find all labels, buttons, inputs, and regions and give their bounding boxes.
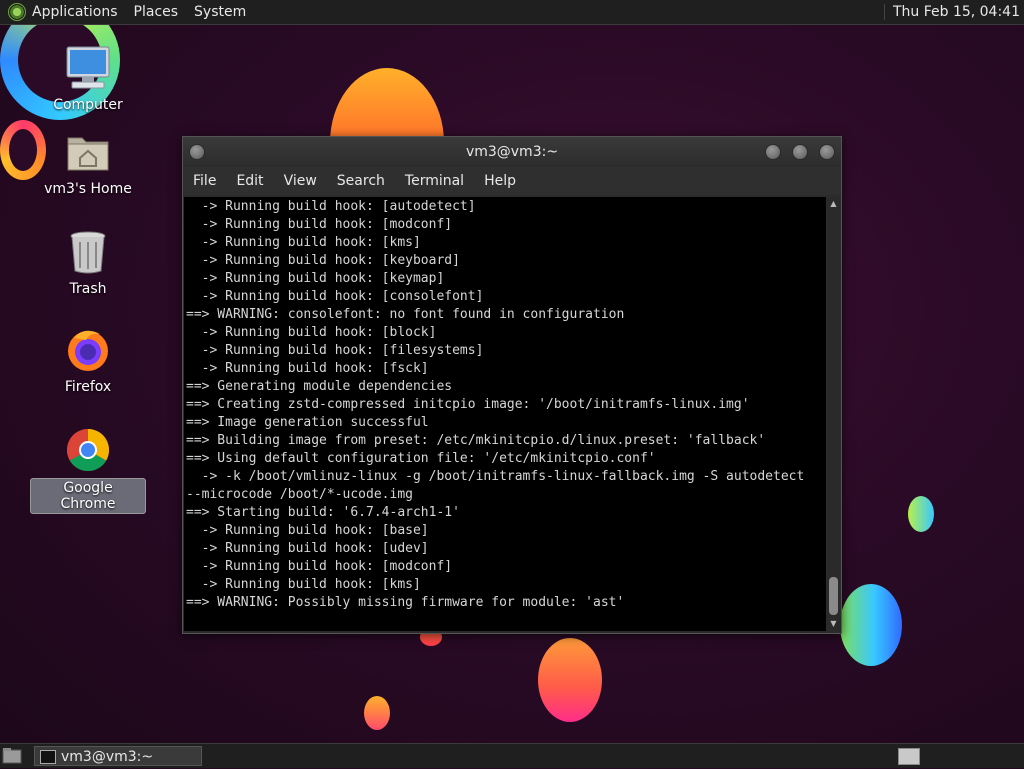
taskbar-item-terminal[interactable]: vm3@vm3:~ [34,746,202,766]
terminal-line: ==> Starting build: '6.7.4-arch1-1' [186,505,460,520]
terminal-menubar: File Edit View Search Terminal Help [183,167,841,195]
clock[interactable]: Thu Feb 15, 04:41 [883,4,1020,20]
terminal-window[interactable]: vm3@vm3:~ File Edit View Search Terminal… [182,136,842,634]
wallpaper-blob [908,496,934,532]
terminal-line: ==> Creating zstd-compressed initcpio im… [186,397,750,412]
distro-logo-icon[interactable] [8,3,26,21]
scrollbar-thumb[interactable] [829,577,838,615]
terminal-line: -> Running build hook: [kms] [186,577,421,592]
terminal-line: -> -k /boot/vmlinuz-linux -g /boot/initr… [186,469,805,484]
terminal-line: -> Running build hook: [keymap] [186,271,445,286]
minimize-button[interactable] [765,144,781,160]
scroll-down-arrow-icon[interactable]: ▼ [827,617,840,631]
scroll-up-arrow-icon[interactable]: ▲ [827,197,840,211]
menu-file[interactable]: File [183,173,226,189]
terminal-line: ==> WARNING: Possibly missing firmware f… [186,595,625,610]
workspace-switcher[interactable] [898,748,920,765]
desktop-icon-firefox[interactable]: Firefox [38,326,138,396]
maximize-button[interactable] [792,144,808,160]
home-folder-icon [64,128,112,176]
terminal-scrollbar[interactable]: ▲ ▼ [827,197,840,631]
terminal-line: -> Running build hook: [modconf] [186,217,453,232]
menu-search[interactable]: Search [327,173,395,189]
terminal-line: -> Running build hook: [consolefont] [186,289,484,304]
menu-places[interactable]: Places [134,4,179,20]
window-titlebar[interactable]: vm3@vm3:~ [183,137,841,167]
terminal-line: -> Running build hook: [block] [186,325,437,340]
desktop-icon-google-chrome[interactable]: Google Chrome [30,426,146,514]
bottom-panel: vm3@vm3:~ [0,743,1024,768]
window-title: vm3@vm3:~ [465,144,559,160]
computer-icon [64,44,112,92]
taskbar-item-label: vm3@vm3:~ [61,749,154,765]
show-desktop-icon[interactable] [2,747,22,765]
wallpaper-blob [840,584,902,666]
terminal-line: ==> WARNING: consolefont: no font found … [186,307,625,322]
trash-icon [64,228,112,276]
close-button[interactable] [819,144,835,160]
menu-system[interactable]: System [194,4,246,20]
terminal-line: -> Running build hook: [modconf] [186,559,453,574]
terminal-line: ==> Building image from preset: /etc/mki… [186,433,766,448]
terminal-line: ==> Generating module dependencies [186,379,453,394]
terminal-line: -> Running build hook: [kms] [186,235,421,250]
desktop-icon-trash[interactable]: Trash [38,228,138,298]
terminal-line: -> Running build hook: [udev] [186,541,429,556]
terminal-output[interactable]: -> Running build hook: [autodetect] -> R… [184,197,826,612]
desktop-icon-label: Firefox [64,379,112,395]
menu-terminal[interactable]: Terminal [395,173,474,189]
terminal-line: -> Running build hook: [keyboard] [186,253,460,268]
wallpaper-blob [538,638,602,722]
menu-view[interactable]: View [274,173,327,189]
terminal-line: --microcode /boot/*-ucode.img [186,487,413,502]
desktop-icon-label: vm3's Home [44,181,132,197]
desktop-icon-home[interactable]: vm3's Home [38,128,138,198]
terminal-line: -> Running build hook: [fsck] [186,361,429,376]
firefox-icon [64,326,112,374]
terminal-line: -> Running build hook: [filesystems] [186,343,484,358]
terminal-screen[interactable]: -> Running build hook: [autodetect] -> R… [184,197,826,631]
menu-edit[interactable]: Edit [226,173,273,189]
terminal-icon [40,750,56,764]
desktop-icon-computer[interactable]: Computer [38,44,138,114]
desktop-icon-label: Trash [69,281,107,297]
terminal-line: -> Running build hook: [base] [186,523,429,538]
window-menu-button[interactable] [189,144,205,160]
menu-applications[interactable]: Applications [32,4,118,20]
terminal-line: ==> Image generation successful [186,415,429,430]
chrome-icon [64,426,112,474]
terminal-line: ==> Using default configuration file: '/… [186,451,656,466]
desktop-icon-label: Computer [53,97,123,113]
desktop-icon-label: Google Chrome [30,478,146,514]
terminal-line: -> Running build hook: [autodetect] [186,199,476,214]
menu-help[interactable]: Help [474,173,526,189]
top-panel: Applications Places System Thu Feb 15, 0… [0,0,1024,25]
wallpaper-blob [364,696,390,730]
